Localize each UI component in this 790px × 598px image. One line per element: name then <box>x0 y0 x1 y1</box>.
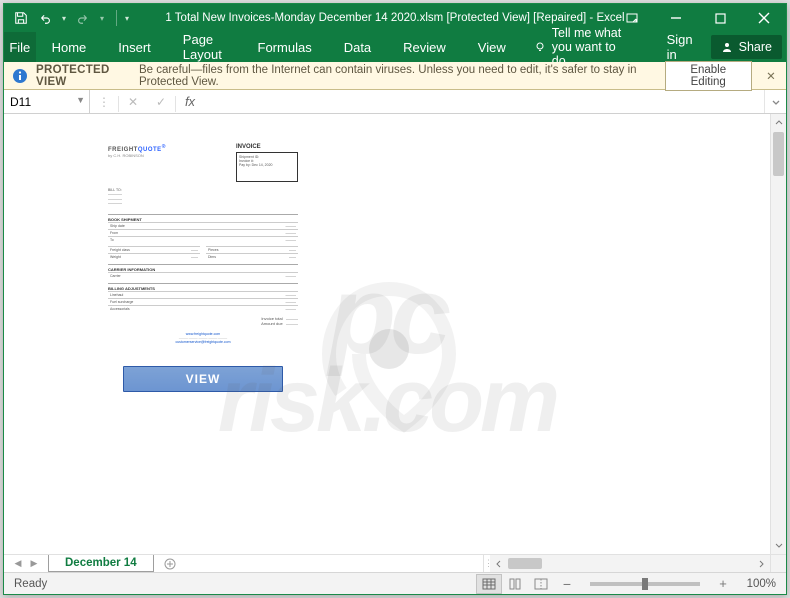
zoom-slider-knob[interactable] <box>642 578 648 590</box>
scroll-right-icon[interactable] <box>754 556 770 572</box>
formula-bar-row: D11 ▼ ⋮ ✕ ✓ fx <box>4 90 786 114</box>
name-box-value: D11 <box>10 95 31 109</box>
redo-icon[interactable] <box>76 11 90 25</box>
status-ready: Ready <box>14 578 47 590</box>
title-bar: ▾ ▾ ▾ 1 Total New Invoices-Monday Decemb… <box>4 4 786 32</box>
zoom-out-icon[interactable]: − <box>560 576 574 592</box>
formula-more-icon[interactable]: ⋮ <box>90 95 118 109</box>
tab-nav-prev-icon[interactable]: ◀ <box>12 558 24 569</box>
undo-dropdown-icon[interactable]: ▾ <box>62 14 66 23</box>
formula-expand-icon[interactable] <box>764 90 786 113</box>
horizontal-scrollbar[interactable] <box>490 555 770 572</box>
protected-view-message: Be careful—files from the Internet can c… <box>139 64 651 88</box>
protected-view-bar: PROTECTED VIEW Be careful—files from the… <box>4 62 786 90</box>
watermark-logo-icon <box>304 274 474 444</box>
maximize-button[interactable] <box>698 4 742 32</box>
sign-in-button[interactable]: Sign in <box>653 32 707 62</box>
share-icon <box>721 41 733 53</box>
save-icon[interactable] <box>14 11 28 25</box>
invoice-thumbnail: FREIGHTQUOTE® by C.H. ROBINSON INVOICE S… <box>96 134 310 352</box>
close-button[interactable] <box>742 4 786 32</box>
tab-page-layout[interactable]: Page Layout <box>167 32 242 62</box>
ribbon-tabs: File Home Insert Page Layout Formulas Da… <box>4 32 786 62</box>
zoom-slider[interactable] <box>590 582 700 586</box>
name-box-dropdown-icon[interactable]: ▼ <box>76 95 85 105</box>
tab-data[interactable]: Data <box>328 32 387 62</box>
invoice-title: INVOICE <box>236 144 298 150</box>
formula-enter-icon[interactable]: ✓ <box>147 95 175 109</box>
scroll-left-icon[interactable] <box>490 556 506 572</box>
tab-review[interactable]: Review <box>387 32 462 62</box>
tab-home[interactable]: Home <box>36 32 103 62</box>
tab-view[interactable]: View <box>462 32 522 62</box>
logo-subtext: by C.H. ROBINSON <box>108 153 166 158</box>
zoom-level[interactable]: 100% <box>736 578 776 590</box>
tab-nav-next-icon[interactable]: ▶ <box>28 558 40 569</box>
vertical-scroll-thumb[interactable] <box>773 132 784 176</box>
status-bar: Ready − + 100% <box>4 572 786 594</box>
tell-me-search[interactable]: Tell me what you want to do... <box>522 32 653 62</box>
vertical-scrollbar[interactable] <box>770 114 786 554</box>
scroll-up-icon[interactable] <box>771 114 787 130</box>
tab-formulas[interactable]: Formulas <box>242 32 328 62</box>
formula-input[interactable] <box>204 90 764 113</box>
protected-view-close-icon[interactable]: ✕ <box>764 69 778 83</box>
document-content: FREIGHTQUOTE® by C.H. ROBINSON INVOICE S… <box>96 134 310 392</box>
redo-dropdown-icon[interactable]: ▾ <box>100 14 104 23</box>
zoom-in-icon[interactable]: + <box>716 576 730 591</box>
sheet-tab-bar: ◀ ▶ December 14 ⋮ <box>4 554 786 572</box>
sheet-tab-active[interactable]: December 14 <box>48 555 154 572</box>
tab-file[interactable]: File <box>4 32 36 62</box>
qat-customize-icon[interactable]: ▾ <box>125 14 129 23</box>
view-page-break-icon[interactable] <box>528 574 554 594</box>
minimize-button[interactable] <box>654 4 698 32</box>
formula-cancel-icon[interactable]: ✕ <box>119 95 147 109</box>
horizontal-scroll-thumb[interactable] <box>508 558 542 569</box>
share-label: Share <box>739 40 772 54</box>
fx-icon[interactable]: fx <box>176 94 204 109</box>
share-button[interactable]: Share <box>711 35 782 59</box>
undo-icon[interactable] <box>38 11 52 25</box>
worksheet-grid[interactable]: FREIGHTQUOTE® by C.H. ROBINSON INVOICE S… <box>4 114 770 554</box>
invoice-info-box: Shipment ID: Invoice #: Pay by: Dec 14, … <box>236 152 298 182</box>
excel-window: ▾ ▾ ▾ 1 Total New Invoices-Monday Decemb… <box>3 3 787 595</box>
view-button[interactable]: VIEW <box>123 366 283 392</box>
add-sheet-button[interactable] <box>160 555 180 572</box>
protected-view-title: PROTECTED VIEW <box>36 64 131 88</box>
enable-editing-button[interactable]: Enable Editing <box>665 61 752 91</box>
bulb-icon <box>534 41 546 53</box>
view-page-layout-icon[interactable] <box>502 574 528 594</box>
worksheet-area: FREIGHTQUOTE® by C.H. ROBINSON INVOICE S… <box>4 114 786 554</box>
tab-insert[interactable]: Insert <box>102 32 167 62</box>
scroll-down-icon[interactable] <box>771 538 787 554</box>
shield-info-icon <box>12 68 28 84</box>
name-box[interactable]: D11 ▼ <box>4 90 90 113</box>
view-normal-icon[interactable] <box>476 574 502 594</box>
